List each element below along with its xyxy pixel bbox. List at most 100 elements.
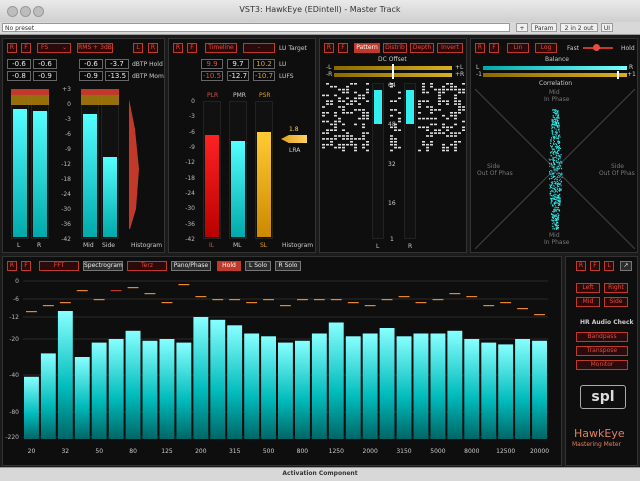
bandpass-button[interactable]: Bandpass [576, 332, 628, 342]
gonio-point [557, 113, 559, 115]
speed-slider-handle[interactable] [593, 44, 600, 51]
gonio-point [556, 144, 557, 146]
bit-cell [390, 100, 393, 102]
side-reset-button[interactable]: R [576, 261, 586, 271]
gonio-point [556, 173, 558, 175]
hold-l-value: -0.6 [7, 59, 31, 69]
rms-button[interactable]: RMS + 3dB [77, 43, 113, 53]
invert-button[interactable]: Invert [437, 43, 463, 53]
right-button[interactable]: Right [604, 283, 628, 293]
bit-cell [454, 135, 457, 137]
bit-cell [366, 100, 369, 102]
gonio-point [552, 177, 553, 179]
spectrum-reset-button[interactable]: R [7, 261, 17, 271]
bit-cell [334, 123, 337, 126]
gonio-point [557, 114, 559, 116]
r-solo-button[interactable]: R Solo [275, 261, 301, 271]
bit-cell [458, 103, 461, 105]
dc-freeze-button[interactable]: F [338, 43, 348, 53]
gonio-point [553, 121, 555, 123]
spectrum-y-tick-label: -20 [9, 336, 19, 343]
pattern-button[interactable]: Pattern [354, 43, 380, 53]
mid-button[interactable]: Mid [576, 297, 600, 307]
gonio-point [549, 162, 551, 164]
gonio-point [550, 176, 552, 178]
hold-side-value: -3.7 [105, 59, 129, 69]
spectrum-freeze-button[interactable]: F [21, 261, 31, 271]
bit-cell [350, 135, 353, 137]
monitor-button[interactable]: Monitor [576, 360, 628, 370]
spectrum-bar [311, 333, 327, 439]
freeze-button[interactable]: F [21, 43, 31, 53]
gonio-point [551, 174, 553, 176]
gonio-point [557, 125, 559, 127]
hold-button[interactable]: Hold [217, 261, 241, 271]
bit-cell [438, 94, 441, 97]
left-button[interactable]: Left [576, 283, 600, 293]
lu-histogram-label: Histogram [282, 242, 314, 249]
gonio-point [550, 140, 552, 142]
gonio-point [555, 114, 557, 116]
tp-tick-label: -18 [61, 176, 71, 183]
gonio-point [552, 226, 554, 228]
sl-meter [255, 101, 273, 239]
hold-label: Hold [621, 45, 635, 52]
bit-meter-r-fill [406, 90, 414, 124]
side-l-button[interactable]: L [604, 261, 614, 271]
gonio-point [555, 209, 557, 211]
expand-icon[interactable]: ↗ [620, 261, 632, 271]
lin-button[interactable]: Lin [507, 43, 529, 53]
reset-button[interactable]: R [7, 43, 17, 53]
bit-cell [422, 143, 425, 146]
spectrogram-button[interactable]: Spectrogram [83, 261, 123, 271]
gonio-point [558, 193, 560, 195]
preset-select[interactable]: No preset [2, 23, 510, 32]
spectrum-peak-marker [161, 302, 173, 304]
bit-cell [442, 88, 445, 91]
bit-cell [334, 112, 337, 114]
gonio-point [555, 145, 557, 147]
transpose-button[interactable]: Transpose [576, 346, 628, 356]
gonio-point [556, 131, 558, 133]
loudness-reset-button[interactable]: R [173, 43, 183, 53]
timeline-button[interactable]: Timeline [205, 43, 237, 53]
ml-label: ML [233, 242, 242, 249]
bit-cell [338, 100, 341, 102]
fs-select[interactable]: FS ⌄ [37, 43, 71, 53]
gonio-point [553, 209, 555, 211]
pano-phase-button[interactable]: Pano/Phase [171, 261, 211, 271]
side-freeze-button[interactable]: F [590, 261, 600, 271]
bit-cell [354, 149, 357, 152]
right-channel-button[interactable]: R [148, 43, 158, 53]
bit-cell [354, 123, 357, 126]
terz-button[interactable]: Terz [127, 261, 167, 271]
loudness-freeze-button[interactable]: F [187, 43, 197, 53]
gonio-point [556, 218, 558, 220]
mom-mid-value: -0.9 [79, 71, 103, 81]
param-button[interactable]: Param [531, 23, 557, 32]
lu-target-select[interactable]: - [243, 43, 275, 53]
gonio-point [550, 190, 552, 192]
io-button[interactable]: 2 in 2 out [560, 23, 598, 32]
fft-button[interactable]: FFT [39, 261, 79, 271]
log-button[interactable]: Log [535, 43, 557, 53]
left-channel-button[interactable]: L [133, 43, 143, 53]
bit-cell [338, 143, 341, 146]
meter-r-fill [33, 111, 47, 237]
add-preset-button[interactable]: + [516, 23, 528, 32]
side-button[interactable]: Side [604, 297, 628, 307]
distrib-button[interactable]: Distrib [383, 43, 407, 53]
gonio-freeze-button[interactable]: F [489, 43, 499, 53]
dc-reset-button[interactable]: R [324, 43, 334, 53]
gonio-reset-button[interactable]: R [475, 43, 485, 53]
l-solo-button[interactable]: L Solo [245, 261, 271, 271]
bit-cell [326, 94, 329, 97]
bit-cell [346, 97, 349, 100]
gonio-point [558, 215, 560, 217]
spectrum-peak-marker [347, 302, 359, 304]
depth-button[interactable]: Depth [410, 43, 434, 53]
bit-cell [430, 143, 433, 146]
bit-cell [366, 149, 369, 152]
bit-cell [338, 106, 341, 108]
ui-button[interactable]: UI [601, 23, 613, 32]
